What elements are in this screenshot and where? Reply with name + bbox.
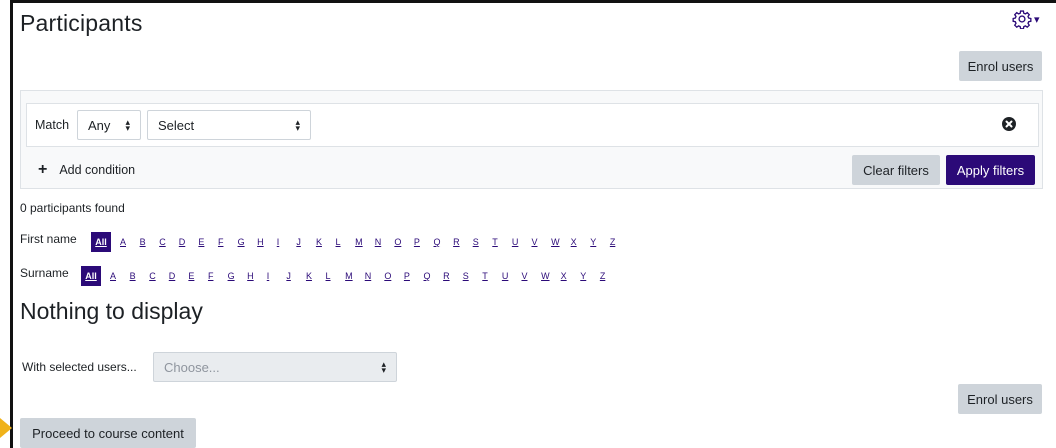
gear-icon — [1012, 10, 1032, 29]
sort-caret-icon: ▴ ▾ — [295, 117, 300, 133]
surname-initial-n[interactable]: N — [365, 271, 385, 281]
first-name-initial-h[interactable]: H — [257, 237, 277, 247]
first-name-initial-a[interactable]: A — [120, 237, 140, 247]
enrol-users-button-top[interactable]: Enrol users — [959, 51, 1042, 81]
clear-filters-button[interactable]: Clear filters — [852, 155, 940, 185]
surname-initial-w[interactable]: W — [541, 271, 561, 281]
surname-initial-z[interactable]: Z — [600, 271, 620, 281]
surname-initial-q[interactable]: Q — [424, 271, 444, 281]
add-condition-label: Add condition — [59, 163, 136, 177]
first-name-initial-j[interactable]: J — [296, 237, 316, 247]
surname-initial-all[interactable]: All — [81, 266, 101, 286]
page-title: Participants — [20, 10, 143, 36]
surname-initial-p[interactable]: P — [404, 271, 424, 281]
add-condition-button[interactable]: + Add condition — [38, 160, 135, 180]
settings-menu-toggle[interactable]: ▾ — [1012, 8, 1046, 30]
first-name-initial-k[interactable]: K — [316, 237, 336, 247]
participants-count: 0 participants found — [20, 201, 125, 215]
bulk-action-label: With selected users... — [22, 360, 137, 374]
filter-type-select-value: Select — [158, 117, 195, 133]
surname-initial-g[interactable]: G — [228, 271, 248, 281]
first-name-label: First name — [20, 232, 77, 246]
first-name-initial-l[interactable]: L — [336, 237, 356, 247]
empty-state-heading: Nothing to display — [20, 298, 203, 324]
plus-icon: + — [38, 161, 48, 178]
surname-initial-t[interactable]: T — [482, 271, 502, 281]
surname-initial-b[interactable]: B — [130, 271, 150, 281]
surname-initial-a[interactable]: A — [110, 271, 130, 281]
first-name-initial-n[interactable]: N — [375, 237, 395, 247]
surname-initial-s[interactable]: S — [463, 271, 483, 281]
surname-initial-o[interactable]: O — [384, 271, 404, 281]
first-name-initial-o[interactable]: O — [394, 237, 414, 247]
match-select-value: Any — [88, 117, 111, 133]
surname-initials-bar: All A B C D E F G H I J K L M N O P Q R S T U V W X Y Z — [81, 265, 619, 287]
surname-initial-x[interactable]: X — [561, 271, 581, 281]
pointer-marker — [0, 418, 12, 438]
surname-initial-f[interactable]: F — [208, 271, 228, 281]
surname-initial-h[interactable]: H — [247, 271, 267, 281]
surname-initial-d[interactable]: D — [169, 271, 189, 281]
first-name-initial-t[interactable]: T — [492, 237, 512, 247]
first-name-initial-p[interactable]: P — [414, 237, 434, 247]
first-name-initial-w[interactable]: W — [551, 237, 571, 247]
first-name-initial-r[interactable]: R — [453, 237, 473, 247]
surname-initial-l[interactable]: L — [326, 271, 346, 281]
first-name-initial-c[interactable]: C — [159, 237, 179, 247]
first-name-initial-s[interactable]: S — [473, 237, 493, 247]
surname-initial-j[interactable]: J — [286, 271, 306, 281]
apply-filters-button[interactable]: Apply filters — [946, 155, 1035, 185]
first-name-initial-v[interactable]: V — [531, 237, 551, 247]
surname-initial-u[interactable]: U — [502, 271, 522, 281]
surname-label: Surname — [20, 266, 69, 280]
surname-initial-y[interactable]: Y — [580, 271, 600, 281]
match-label: Match — [35, 118, 70, 132]
enrol-users-button-bottom[interactable]: Enrol users — [958, 384, 1042, 414]
first-name-initial-b[interactable]: B — [140, 237, 160, 247]
sort-caret-icon: ▴ ▾ — [125, 117, 130, 133]
first-name-initial-e[interactable]: E — [198, 237, 218, 247]
surname-initial-k[interactable]: K — [306, 271, 326, 281]
surname-initial-e[interactable]: E — [188, 271, 208, 281]
first-name-initial-i[interactable]: I — [277, 237, 297, 247]
chevron-down-icon: ▾ — [1034, 13, 1040, 26]
first-name-initial-x[interactable]: X — [571, 237, 591, 247]
remove-condition-button[interactable] — [1002, 117, 1016, 131]
first-name-initial-q[interactable]: Q — [434, 237, 454, 247]
first-name-initial-f[interactable]: F — [218, 237, 238, 247]
close-icon — [1005, 120, 1013, 128]
sort-caret-icon: ▴ ▾ — [381, 359, 386, 375]
first-name-initial-z[interactable]: Z — [610, 237, 630, 247]
match-select[interactable]: Any ▴ ▾ — [77, 110, 141, 140]
surname-initial-i[interactable]: I — [267, 271, 287, 281]
filter-type-select[interactable]: Select ▴ ▾ — [147, 110, 311, 140]
first-name-initial-m[interactable]: M — [355, 237, 375, 247]
bulk-action-select[interactable]: Choose... ▴ ▾ — [153, 352, 397, 382]
first-name-initial-u[interactable]: U — [512, 237, 532, 247]
bulk-action-placeholder: Choose... — [164, 359, 220, 375]
surname-initial-v[interactable]: V — [521, 271, 541, 281]
first-name-initial-d[interactable]: D — [179, 237, 199, 247]
first-name-initial-y[interactable]: Y — [590, 237, 610, 247]
first-name-initials-bar: All A B C D E F G H I J K L M N O P Q R S T U V W X Y Z — [91, 231, 629, 253]
surname-initial-c[interactable]: C — [149, 271, 169, 281]
proceed-to-course-content-button[interactable]: Proceed to course content — [20, 418, 196, 448]
first-name-initial-g[interactable]: G — [238, 237, 258, 247]
surname-initial-r[interactable]: R — [443, 271, 463, 281]
surname-initial-m[interactable]: M — [345, 271, 365, 281]
first-name-initial-all[interactable]: All — [91, 232, 111, 252]
